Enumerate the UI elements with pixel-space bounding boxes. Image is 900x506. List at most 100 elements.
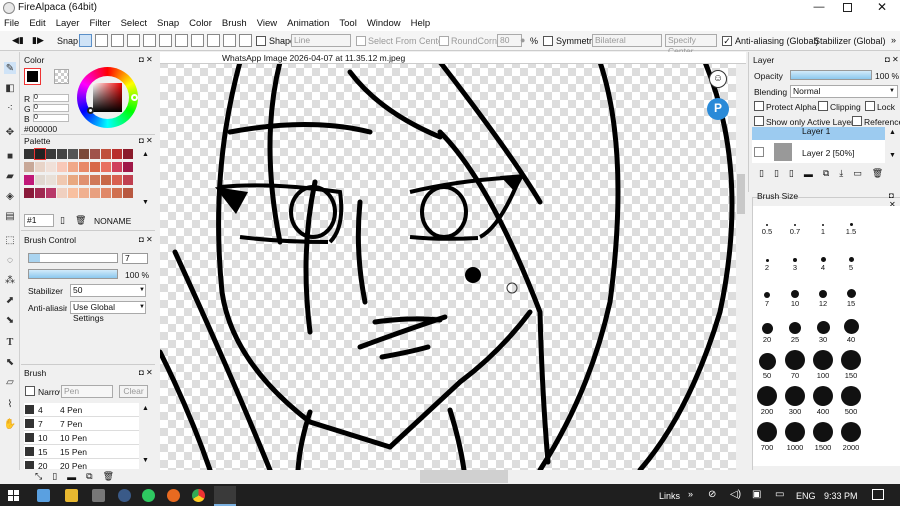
network-icon[interactable]: ⊘: [708, 489, 716, 500]
layer-visibility-icon[interactable]: [754, 147, 764, 157]
brush-list-item[interactable]: 20 20 Pen: [24, 459, 139, 469]
pen-pressure-icon[interactable]: P: [707, 98, 729, 120]
delete-palette-icon[interactable]: 🗑: [75, 215, 86, 226]
palette-swatch[interactable]: [68, 162, 78, 172]
snap-curve-icon[interactable]: [175, 34, 188, 47]
move-tool-icon[interactable]: ✥: [4, 126, 16, 138]
next-icon[interactable]: ▮▶: [32, 35, 44, 46]
layer-scroll-up-icon[interactable]: ▲: [889, 129, 896, 136]
clock[interactable]: 9:33 PM: [824, 491, 858, 501]
snap-off-icon[interactable]: [79, 34, 92, 47]
select-tool-icon[interactable]: ⬚: [4, 234, 16, 246]
b-value[interactable]: 0: [33, 114, 69, 122]
whatsapp-icon[interactable]: [142, 489, 155, 502]
steam-icon[interactable]: [118, 489, 131, 502]
palette-swatch[interactable]: [123, 188, 133, 198]
palette-swatch[interactable]: [68, 175, 78, 185]
layer-scroll-down-icon[interactable]: ▼: [889, 152, 896, 159]
hand-icon-avatar[interactable]: ☺: [709, 70, 727, 88]
palette-swatch[interactable]: [57, 162, 67, 172]
round-corner-slider-icon[interactable]: ●: [520, 35, 525, 45]
select-pen-icon[interactable]: ⬈: [4, 294, 16, 306]
palette-swatch[interactable]: [35, 188, 45, 198]
snap-grid-icon[interactable]: [111, 34, 124, 47]
brush-list-scroll-up-icon[interactable]: ▲: [142, 405, 149, 412]
brush-search-input[interactable]: Pen: [61, 385, 113, 398]
maximize-icon[interactable]: [843, 3, 852, 12]
palette-index-dropdown[interactable]: #1: [24, 214, 54, 227]
lasso-tool-icon[interactable]: ◌: [4, 254, 16, 266]
brush-size-option[interactable]: 50: [753, 350, 781, 386]
palette-scroll-up-icon[interactable]: ▲: [142, 151, 149, 158]
palette-swatch[interactable]: [46, 175, 56, 185]
palette-swatch[interactable]: [79, 175, 89, 185]
delete-layer-icon[interactable]: 🗑: [872, 168, 883, 179]
palette-swatch[interactable]: [68, 149, 78, 159]
palette-swatch[interactable]: [123, 149, 133, 159]
palette-swatch[interactable]: [46, 162, 56, 172]
brush-size-option[interactable]: 2000: [837, 422, 865, 458]
layer-row-active[interactable]: Layer 1: [752, 127, 885, 140]
palette-swatch[interactable]: [112, 188, 122, 198]
menu-snap[interactable]: Snap: [153, 17, 183, 31]
brush-size-option[interactable]: 7: [753, 278, 781, 314]
brush-opacity-slider[interactable]: [28, 269, 118, 279]
brush-size-option[interactable]: 700: [753, 422, 781, 458]
menu-brush[interactable]: Brush: [218, 17, 251, 31]
shape-checkbox[interactable]: [256, 36, 266, 46]
minimize-icon[interactable]: —: [812, 1, 826, 15]
palette-swatch[interactable]: [46, 188, 56, 198]
snap-radial-icon[interactable]: [143, 34, 156, 47]
hex-value[interactable]: #000000: [24, 124, 57, 134]
brush-size-option[interactable]: 500: [837, 386, 865, 422]
color-marker[interactable]: [87, 107, 94, 114]
protect-alpha-checkbox[interactable]: [754, 101, 764, 111]
delete-brush-icon[interactable]: 🗑: [103, 471, 114, 482]
brush-size-input[interactable]: 7: [122, 253, 148, 264]
menu-view[interactable]: View: [253, 17, 281, 31]
brush-settings-icon[interactable]: ⤡: [35, 471, 42, 482]
brush-size-option[interactable]: 40: [837, 314, 865, 350]
palette-swatch[interactable]: [35, 162, 45, 172]
brush-list-item[interactable]: 7 7 Pen: [24, 417, 139, 431]
eyedropper-tool-icon[interactable]: ⌇: [4, 398, 16, 410]
brush-list-item[interactable]: 10 10 Pen: [24, 431, 139, 445]
brush-size-option[interactable]: 1.5: [837, 206, 865, 242]
layer-opacity-slider[interactable]: [790, 70, 872, 80]
palette-swatch[interactable]: [24, 149, 34, 159]
palette-swatch[interactable]: [90, 175, 100, 185]
menu-help[interactable]: Help: [407, 17, 435, 31]
new-brush-icon[interactable]: ▯: [52, 471, 57, 482]
palette-swatch[interactable]: [90, 149, 100, 159]
layer-folder-icon[interactable]: ▬: [804, 169, 813, 179]
close-icon[interactable]: ✕: [875, 0, 889, 14]
brush-list-scroll-down-icon[interactable]: ▼: [142, 457, 149, 464]
palette-swatch[interactable]: [79, 149, 89, 159]
palette-swatch[interactable]: [68, 188, 78, 198]
new-8bit-layer-icon[interactable]: ▯: [774, 168, 779, 179]
palette-swatch[interactable]: [79, 162, 89, 172]
brush-list-item[interactable]: 4 4 Pen: [24, 403, 139, 417]
palette-swatch[interactable]: [24, 188, 34, 198]
layer-properties-icon[interactable]: ▭: [853, 168, 862, 179]
prev-icon[interactable]: ◀▮: [12, 35, 24, 46]
brush-size-option[interactable]: 300: [781, 386, 809, 422]
stabilizer-dropdown[interactable]: 50: [70, 284, 146, 297]
palette-swatch[interactable]: [101, 175, 111, 185]
eraser-tool-icon[interactable]: ◧: [4, 82, 16, 94]
brush-size-slider[interactable]: [28, 253, 118, 263]
reference-checkbox[interactable]: [852, 116, 862, 126]
palette-swatch[interactable]: [90, 162, 100, 172]
brush-size-option[interactable]: 400: [809, 386, 837, 422]
open-folder-icon[interactable]: ▬: [67, 472, 76, 482]
dot-tool-icon[interactable]: ⁖: [4, 102, 16, 114]
brush-list-item[interactable]: 15 15 Pen: [24, 445, 139, 459]
snap-settings-icon[interactable]: [223, 34, 236, 47]
toolbar-more-icon[interactable]: »: [891, 35, 896, 45]
palette-swatch[interactable]: [35, 175, 45, 185]
brush-size-option[interactable]: 100: [809, 350, 837, 386]
new-layer-icon[interactable]: ▯: [759, 168, 764, 179]
links-label[interactable]: Links: [659, 491, 680, 501]
palette-swatch[interactable]: [57, 149, 67, 159]
r-value[interactable]: 0: [33, 94, 69, 102]
